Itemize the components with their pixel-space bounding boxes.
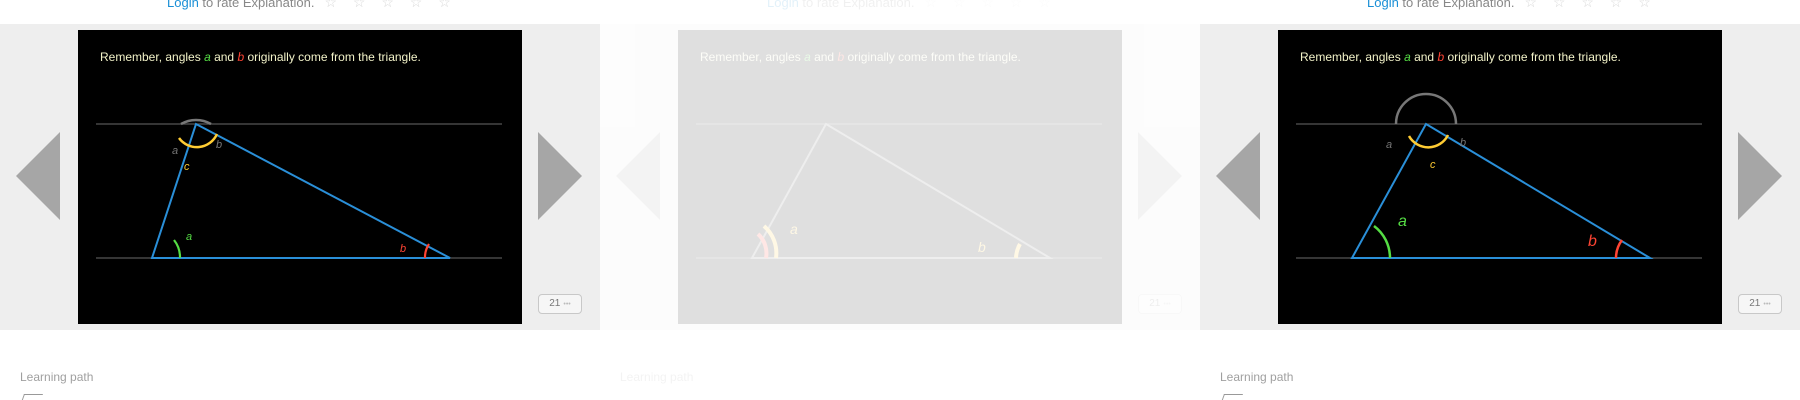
triangle-diagram: c a b a b	[1296, 92, 1702, 259]
svg-text:a: a	[172, 145, 178, 157]
svg-text:b: b	[1460, 137, 1466, 149]
svg-text:a: a	[1398, 213, 1407, 230]
svg-text:c: c	[184, 161, 190, 173]
login-link[interactable]: Login	[1367, 0, 1399, 10]
slide: Remember, angles a and b originally come…	[78, 30, 522, 324]
previous-arrow-icon[interactable]	[1216, 132, 1260, 220]
svg-text:a: a	[186, 231, 192, 243]
rating-bar: Login to rate Explanation. ☆ ☆ ☆ ☆ ☆	[167, 0, 457, 11]
learning-path-icon	[19, 394, 44, 400]
rating-stars[interactable]: ☆ ☆ ☆ ☆ ☆	[324, 0, 456, 10]
next-arrow-icon[interactable]	[538, 132, 582, 220]
rating-stars[interactable]: ☆ ☆ ☆ ☆ ☆	[924, 0, 1056, 10]
slide: Remember, angles a and b originally come…	[1278, 30, 1722, 324]
rating-bar: Login to rate Explanation. ☆ ☆ ☆ ☆ ☆	[1367, 0, 1657, 11]
rate-text: to rate Explanation.	[198, 0, 315, 10]
svg-text:a: a	[790, 221, 798, 237]
svg-text:b: b	[400, 243, 406, 255]
previous-arrow-icon[interactable]	[16, 132, 60, 220]
svg-text:c: c	[1430, 159, 1436, 171]
slide-counter[interactable]: 21 •••	[538, 294, 582, 314]
panel-3: Login to rate Explanation. ☆ ☆ ☆ ☆ ☆ Reme…	[1200, 0, 1800, 400]
rating-bar: Login to rate Explanation. ☆ ☆ ☆ ☆ ☆	[767, 0, 1057, 11]
rate-text: to rate Explanation.	[1398, 0, 1515, 10]
login-link[interactable]: Login	[167, 0, 199, 10]
slideshow-stage: Remember, angles a and b originally come…	[0, 24, 600, 330]
svg-text:b: b	[216, 139, 222, 151]
rate-text: to rate Explanation.	[798, 0, 915, 10]
slide-counter[interactable]: 21 •••	[1738, 294, 1782, 314]
svg-text:b: b	[978, 239, 986, 255]
triangle-diagram: a b	[696, 122, 1102, 259]
svg-text:a: a	[1386, 139, 1392, 151]
slideshow-stage: Remember, angles a and b originally come…	[1200, 24, 1800, 330]
login-link[interactable]: Login	[767, 0, 799, 10]
learning-path-label: Learning path	[620, 370, 694, 384]
previous-arrow-icon[interactable]	[616, 132, 660, 220]
learning-path-icon	[1219, 394, 1244, 400]
next-arrow-icon[interactable]	[1738, 132, 1782, 220]
panel-1: Login to rate Explanation. ☆ ☆ ☆ ☆ ☆ Reme…	[0, 0, 600, 400]
slide: Remember, angles a and b originally come…	[678, 30, 1122, 324]
learning-path-label: Learning path	[20, 370, 94, 384]
rating-stars[interactable]: ☆ ☆ ☆ ☆ ☆	[1524, 0, 1656, 10]
slide-counter[interactable]: 21 •••	[1138, 294, 1182, 314]
triangle-diagram: c a b a b	[96, 118, 502, 259]
next-arrow-icon[interactable]	[1138, 132, 1182, 220]
learning-path-label: Learning path	[1220, 370, 1294, 384]
slideshow-stage: Remember, angles a and b originally come…	[600, 24, 1200, 330]
panel-2: Login to rate Explanation. ☆ ☆ ☆ ☆ ☆ Reme…	[600, 0, 1200, 400]
svg-text:b: b	[1588, 233, 1597, 250]
